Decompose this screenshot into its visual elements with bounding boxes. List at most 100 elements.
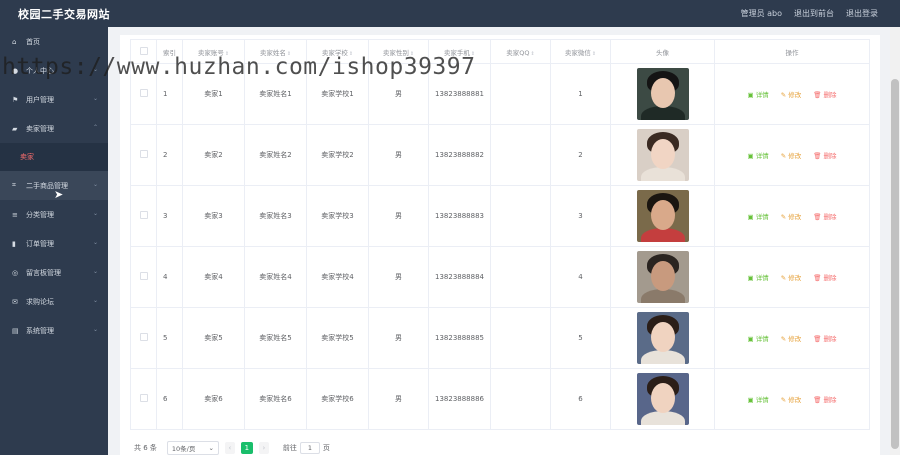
row-select-cell[interactable] <box>130 246 157 308</box>
page-number-button[interactable]: 1 <box>240 442 253 454</box>
row-select-cell[interactable] <box>130 124 157 186</box>
sidebar-item-system[interactable]: ▤ 系统管理 ⌄ <box>0 316 108 345</box>
avatar-body-shape <box>640 228 685 242</box>
page-size-select[interactable]: 10条/页 ⌄ <box>166 441 219 455</box>
header-name[interactable]: 卖家姓名⇕ <box>244 39 307 64</box>
detail-button[interactable]: ▣ 详情 <box>747 211 768 221</box>
avatar <box>636 312 689 364</box>
delete-button[interactable]: 🗑 删除 <box>813 272 836 282</box>
mouse-cursor-icon: ➤ <box>54 188 64 201</box>
cell-phone: 13823888886 <box>428 368 491 430</box>
cell-name: 卖家姓名3 <box>244 185 307 247</box>
table-row[interactable]: 3 卖家3 卖家姓名3 卖家学校3 男 13823888883 3 ▣ 详情 ✎ 修改 🗑 删除 <box>130 185 870 247</box>
table-row[interactable]: 1 卖家1 卖家姓名1 卖家学校1 男 13823888881 1 ▣ 详情 ✎ 修改 🗑 删除 <box>130 63 870 125</box>
table-row[interactable]: 6 卖家6 卖家姓名6 卖家学校6 男 13823888886 6 ▣ 详情 ✎ 修改 🗑 删除 <box>130 368 870 430</box>
avatar-body-shape <box>640 350 685 364</box>
sidebar-item-home[interactable]: ⌂ 首页 <box>0 27 108 56</box>
select-all-cell[interactable] <box>130 39 157 64</box>
detail-button[interactable]: ▣ 详情 <box>747 89 768 99</box>
exit-front-link[interactable]: 退出到前台 <box>794 8 834 19</box>
goto-page-input[interactable]: 1 <box>299 442 320 454</box>
header-label: 头像 <box>656 48 669 57</box>
row-select-cell[interactable] <box>130 368 157 430</box>
sidebar-item-label: 卖家管理 <box>26 124 54 133</box>
row-checkbox[interactable] <box>139 272 148 280</box>
header-gender[interactable]: 卖家性别⇕ <box>368 39 429 64</box>
sidebar-item-orders[interactable]: ▮ 订单管理 ⌄ <box>0 229 108 258</box>
detail-button[interactable]: ▣ 详情 <box>747 150 768 160</box>
sidebar-item-label: 求购论坛 <box>26 297 54 306</box>
avatar-body-shape <box>640 106 685 120</box>
header-account[interactable]: 卖家账号⇕ <box>182 39 245 64</box>
row-select-cell[interactable] <box>130 63 157 125</box>
row-checkbox[interactable] <box>139 89 148 97</box>
sort-icon[interactable]: ⇕ <box>592 51 596 57</box>
pagination-total: 共 6 条 <box>134 444 157 452</box>
main-content: 索引 卖家账号⇕ 卖家姓名⇕ 卖家学校⇕ 卖家性别⇕ 卖家手机⇕ 卖家QQ⇕ 卖… <box>108 27 900 455</box>
header-wechat[interactable]: 卖家微信⇕ <box>550 39 611 64</box>
delete-button[interactable]: 🗑 删除 <box>813 150 836 160</box>
delete-button[interactable]: 🗑 删除 <box>813 394 836 404</box>
vertical-scrollbar[interactable] <box>890 27 900 455</box>
table-row[interactable]: 4 卖家4 卖家姓名4 卖家学校4 男 13823888884 4 ▣ 详情 ✎ 修改 🗑 删除 <box>130 246 870 308</box>
table-row[interactable]: 2 卖家2 卖家姓名2 卖家学校2 男 13823888882 2 ▣ 详情 ✎ 修改 🗑 删除 <box>130 124 870 186</box>
prev-page-button[interactable]: ‹ <box>224 442 235 454</box>
sort-icon[interactable]: ⇕ <box>410 51 414 57</box>
sidebar-item-forum[interactable]: ✉ 求购论坛 ⌄ <box>0 287 108 316</box>
cell-wechat: 1 <box>550 63 611 125</box>
row-checkbox[interactable] <box>139 394 148 402</box>
sidebar-item-category[interactable]: ≡ 分类管理 ⌄ <box>0 200 108 229</box>
next-page-button[interactable]: › <box>258 442 269 454</box>
sidebar-item-sellers[interactable]: ▰ 卖家管理 ⌃ <box>0 114 108 143</box>
header-qq[interactable]: 卖家QQ⇕ <box>490 39 551 64</box>
scrollbar-thumb[interactable] <box>891 79 899 449</box>
edit-button[interactable]: ✎ 修改 <box>781 272 802 282</box>
sidebar-item-messages[interactable]: ◎ 留言板管理 ⌄ <box>0 258 108 287</box>
row-select-cell[interactable] <box>130 307 157 369</box>
sort-icon[interactable]: ⇕ <box>287 51 291 57</box>
sort-icon[interactable]: ⇕ <box>349 51 353 57</box>
edit-label: 修改 <box>788 91 802 99</box>
chevron-up-icon: ⌃ <box>92 124 98 131</box>
detail-button[interactable]: ▣ 详情 <box>747 272 768 282</box>
delete-button[interactable]: 🗑 删除 <box>813 211 836 221</box>
cell-index: 1 <box>156 63 183 125</box>
row-checkbox[interactable] <box>139 211 148 219</box>
header-phone[interactable]: 卖家手机⇕ <box>428 39 491 64</box>
edit-button[interactable]: ✎ 修改 <box>781 89 802 99</box>
edit-button[interactable]: ✎ 修改 <box>781 394 802 404</box>
edit-button[interactable]: ✎ 修改 <box>781 150 802 160</box>
cell-avatar <box>610 307 715 369</box>
cell-index: 2 <box>156 124 183 186</box>
site-title: 校园二手交易网站 <box>18 7 110 21</box>
delete-button[interactable]: 🗑 删除 <box>813 333 836 343</box>
row-checkbox[interactable] <box>139 333 148 341</box>
sidebar: ⌂ 首页 ● 个人中心 ⌄ ⚑ 用户管理 ⌄ ▰ 卖家管理 ⌃ 卖家 ⌗ 二手商… <box>0 27 108 455</box>
edit-button[interactable]: ✎ 修改 <box>781 333 802 343</box>
select-all-checkbox[interactable] <box>139 46 148 55</box>
sort-icon[interactable]: ⇕ <box>531 51 535 57</box>
goto-label: 前往 <box>282 444 297 452</box>
chevron-down-icon: ⌄ <box>92 239 98 246</box>
sidebar-item-profile[interactable]: ● 个人中心 ⌄ <box>0 56 108 85</box>
logout-link[interactable]: 退出登录 <box>846 8 878 19</box>
edit-label: 修改 <box>788 396 802 404</box>
detail-button[interactable]: ▣ 详情 <box>747 333 768 343</box>
submenu-item-seller[interactable]: 卖家 <box>0 143 108 171</box>
delete-button[interactable]: 🗑 删除 <box>813 89 836 99</box>
detail-button[interactable]: ▣ 详情 <box>747 394 768 404</box>
row-select-cell[interactable] <box>130 185 157 247</box>
cell-index: 3 <box>156 185 183 247</box>
sort-icon[interactable]: ⇕ <box>225 51 229 57</box>
cell-index: 5 <box>156 307 183 369</box>
table-row[interactable]: 5 卖家5 卖家姓名5 卖家学校5 男 13823888885 5 ▣ 详情 ✎ 修改 🗑 删除 <box>130 307 870 369</box>
cell-qq <box>490 124 551 186</box>
top-right-links: 管理员 abo 退出到前台 退出登录 <box>741 8 900 19</box>
chevron-down-icon: ⌄ <box>92 326 98 333</box>
header-school[interactable]: 卖家学校⇕ <box>306 39 369 64</box>
sort-icon[interactable]: ⇕ <box>471 51 475 57</box>
row-checkbox[interactable] <box>139 150 148 158</box>
sidebar-item-users[interactable]: ⚑ 用户管理 ⌄ <box>0 85 108 114</box>
edit-button[interactable]: ✎ 修改 <box>781 211 802 221</box>
avatar-face-shape <box>650 322 675 352</box>
